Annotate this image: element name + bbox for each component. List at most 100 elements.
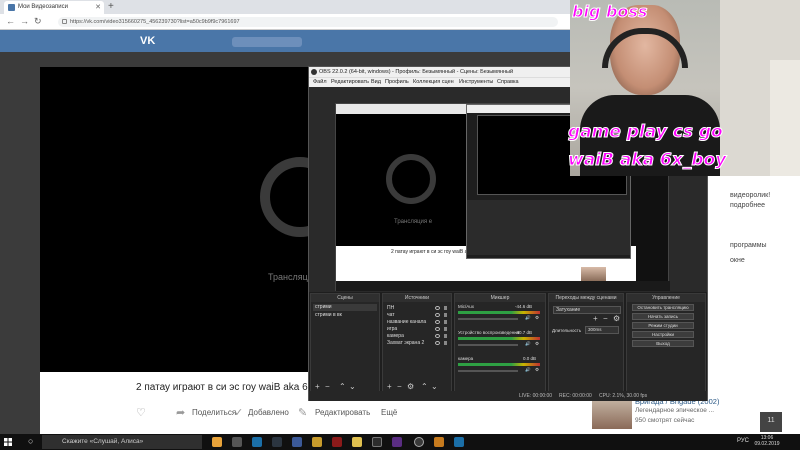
menu-help[interactable]: Справка: [497, 79, 519, 85]
stop-streaming-button[interactable]: Остановить трансляцию: [632, 304, 694, 311]
lock-icon[interactable]: [444, 341, 447, 345]
source-item[interactable]: камера: [387, 333, 404, 339]
volume-slider[interactable]: [458, 344, 518, 346]
menu-scene-collection[interactable]: Коллекция сцен: [413, 79, 454, 85]
windows-start-icon[interactable]: [4, 438, 12, 446]
app-icon[interactable]: [332, 437, 342, 447]
scene-item[interactable]: стрими: [313, 304, 377, 311]
source-item[interactable]: чат: [387, 312, 395, 318]
url-field[interactable]: https://vk.com/video315660275_456239730?…: [58, 17, 558, 27]
chrome-app-icon[interactable]: [212, 437, 222, 447]
source-item[interactable]: ПН: [387, 305, 394, 311]
lock-icon[interactable]: [444, 306, 447, 310]
vk-logo[interactable]: VK: [140, 35, 155, 47]
menu-profile[interactable]: Профиль: [385, 79, 409, 85]
source-item[interactable]: игра: [387, 326, 397, 332]
studio-mode-button[interactable]: Режим студии: [632, 322, 694, 329]
transition-settings-icon[interactable]: ⚙: [613, 314, 620, 323]
app-icon[interactable]: [292, 437, 302, 447]
speaker-icon[interactable]: 🔊: [525, 341, 531, 347]
move-up-icon[interactable]: ⌃: [421, 382, 428, 391]
settings-button[interactable]: Настройки: [632, 331, 694, 338]
reload-icon[interactable]: ↻: [34, 16, 42, 27]
app-icon[interactable]: [312, 437, 322, 447]
remove-transition-button[interactable]: −: [603, 314, 608, 323]
mixer-channel-db: -44.6 dB: [515, 304, 533, 309]
scene-item[interactable]: стрими в вк: [315, 312, 342, 318]
add-source-button[interactable]: +: [387, 382, 392, 391]
duration-field[interactable]: 300ms: [585, 326, 619, 334]
controls-dock: Управление Остановить трансляцию Начать …: [626, 293, 706, 393]
source-item[interactable]: название канала: [387, 319, 426, 325]
check-icon[interactable]: ✓: [234, 406, 243, 419]
app-icon[interactable]: [392, 437, 402, 447]
sidebar-text-2[interactable]: подробнее: [730, 202, 765, 209]
move-up-icon[interactable]: ⌃: [339, 382, 346, 391]
edit-button[interactable]: Редактировать: [315, 408, 370, 417]
gear-icon[interactable]: ⚙: [535, 341, 539, 347]
app-icon[interactable]: [372, 437, 382, 447]
exit-button[interactable]: Выход: [632, 340, 694, 347]
forward-icon[interactable]: →: [20, 16, 29, 26]
remove-scene-button[interactable]: −: [325, 382, 330, 391]
menu-view[interactable]: Вид: [371, 79, 381, 85]
webcam-door: [770, 60, 800, 176]
start-recording-button[interactable]: Начать запись: [632, 313, 694, 320]
lock-icon[interactable]: [444, 334, 447, 338]
source-settings-icon[interactable]: ⚙: [407, 382, 414, 391]
vk-search-input[interactable]: [232, 37, 302, 47]
move-down-icon[interactable]: ⌄: [431, 382, 438, 391]
new-tab-button[interactable]: +: [108, 1, 114, 12]
volume-slider[interactable]: [458, 370, 518, 372]
floating-counter-button[interactable]: 11: [760, 412, 782, 432]
close-tab-icon[interactable]: ✕: [95, 3, 101, 11]
back-icon[interactable]: ←: [6, 16, 15, 26]
edit-icon[interactable]: ✎: [298, 406, 307, 419]
suggestion-thumbnail[interactable]: [592, 397, 632, 429]
obs-app-icon[interactable]: [414, 437, 424, 447]
remove-source-button[interactable]: −: [397, 382, 402, 391]
add-transition-button[interactable]: +: [593, 314, 598, 323]
source-item[interactable]: Захват экрана 2: [387, 340, 424, 346]
added-button[interactable]: Добавлено: [248, 408, 289, 417]
lock-icon: [62, 19, 67, 24]
browser-tab-bar: Мои Видеозаписи ✕ +: [0, 0, 570, 14]
eye-icon[interactable]: [435, 306, 440, 310]
speaker-icon[interactable]: 🔊: [525, 315, 531, 321]
menu-edit[interactable]: Редактировать: [331, 79, 369, 85]
menu-tools[interactable]: Инструменты: [459, 79, 493, 85]
gear-icon[interactable]: ⚙: [535, 367, 539, 373]
eye-icon[interactable]: [435, 320, 440, 324]
obs-logo-icon: [311, 69, 317, 75]
move-down-icon[interactable]: ⌄: [349, 382, 356, 391]
lock-icon[interactable]: [444, 320, 447, 324]
app-icon[interactable]: [434, 437, 444, 447]
eye-icon[interactable]: [435, 327, 440, 331]
menu-file[interactable]: Файл: [313, 79, 327, 85]
search-icon[interactable]: ○: [28, 436, 33, 446]
eye-icon[interactable]: [435, 313, 440, 317]
gear-icon[interactable]: ⚙: [535, 315, 539, 321]
eye-icon[interactable]: [435, 341, 440, 345]
more-button[interactable]: Ещё: [381, 408, 397, 417]
add-scene-button[interactable]: +: [315, 382, 320, 391]
taskbar-search-input[interactable]: Скажите «Слушай, Алиса»: [42, 435, 202, 449]
like-heart-icon[interactable]: ♡: [136, 406, 146, 419]
volume-slider[interactable]: [458, 318, 518, 320]
share-button[interactable]: Поделиться: [192, 408, 236, 417]
lock-icon[interactable]: [444, 313, 447, 317]
lock-icon[interactable]: [444, 327, 447, 331]
eye-icon[interactable]: [435, 334, 440, 338]
browser-tab[interactable]: Мои Видеозаписи ✕: [4, 1, 104, 14]
app-icon[interactable]: [232, 437, 242, 447]
app-icon[interactable]: [352, 437, 362, 447]
speaker-icon[interactable]: 🔊: [525, 367, 531, 373]
tray-clock[interactable]: 13:06 09.02.2019: [752, 435, 782, 447]
tray-language[interactable]: РУС: [737, 438, 749, 444]
share-icon[interactable]: ➦: [176, 406, 185, 419]
transition-select[interactable]: Затухание: [553, 306, 621, 314]
steam-app-icon[interactable]: [252, 437, 262, 447]
steam-app-icon[interactable]: [454, 437, 464, 447]
sidebar-text-3: программы: [730, 242, 767, 249]
app-icon[interactable]: [272, 437, 282, 447]
